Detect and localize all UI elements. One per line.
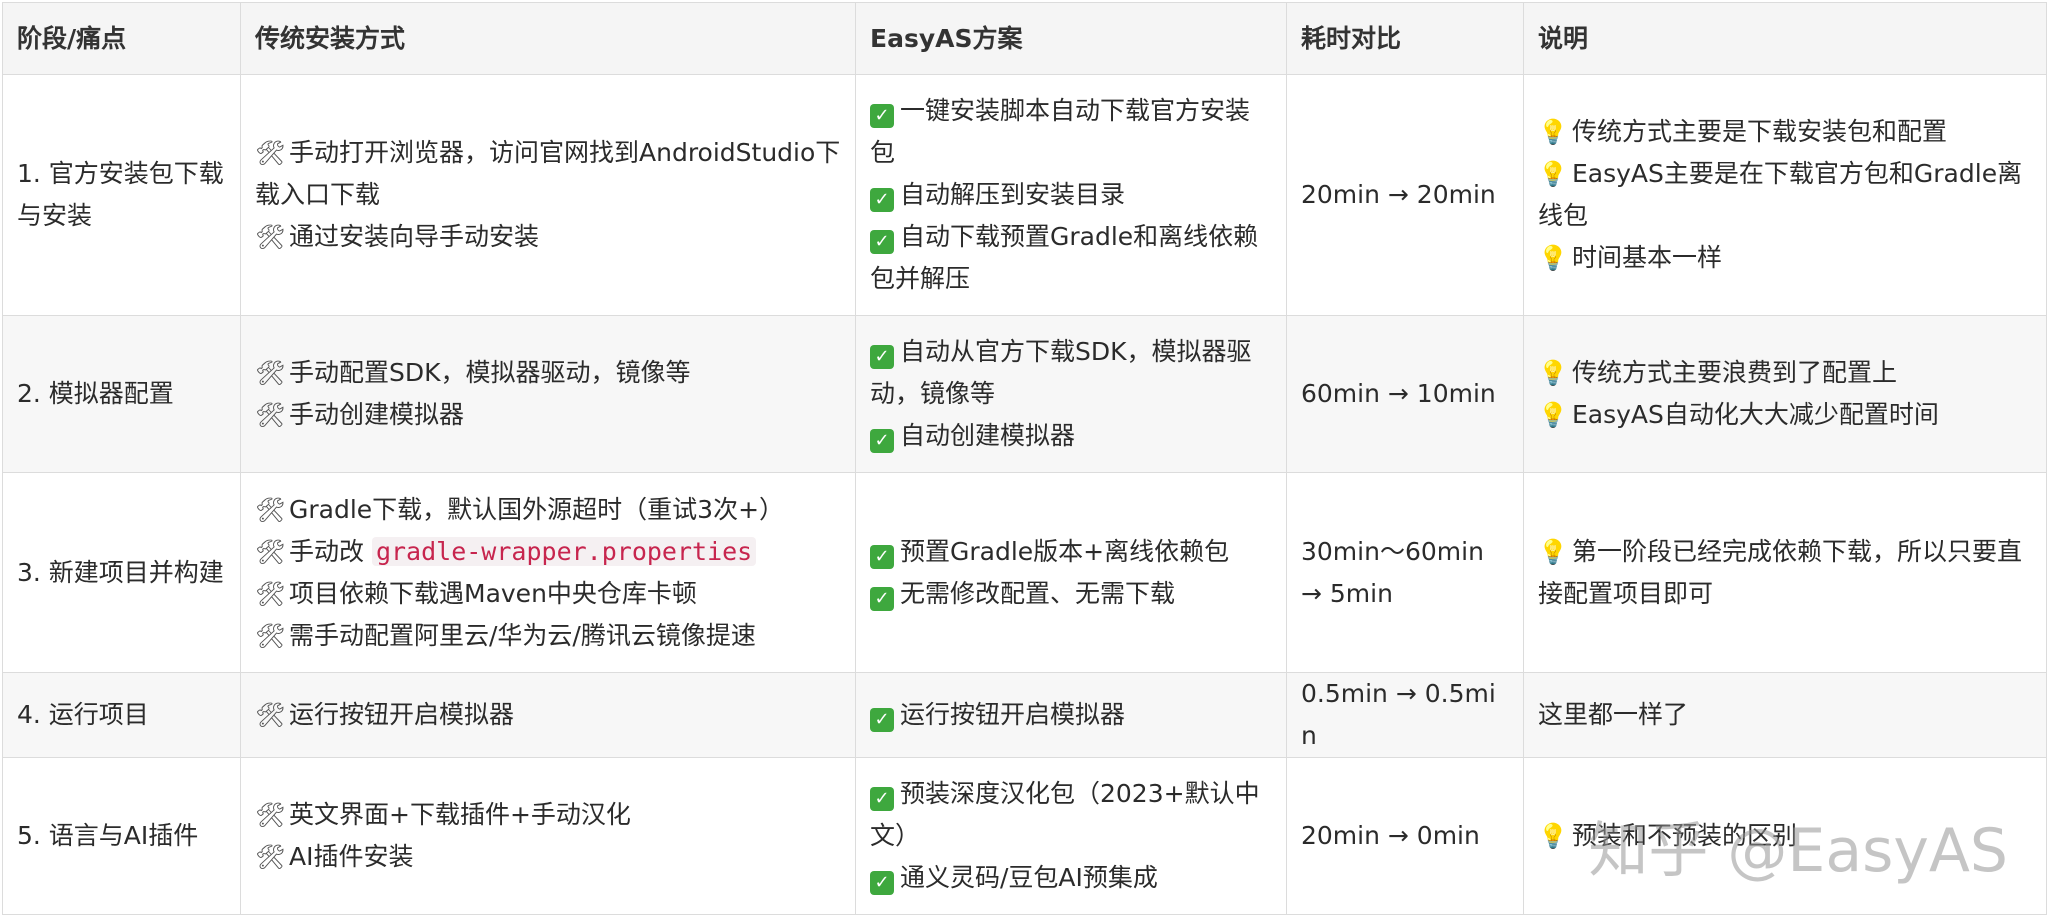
list-item: 💡 时间基本一样: [1538, 237, 2032, 279]
light-bulb-icon: 💡: [1538, 822, 1568, 850]
hammer-wrench-icon: 🛠: [255, 537, 286, 566]
header-traditional: 传统安装方式: [240, 2, 856, 75]
list-item: ✓ 自动下载预置Gradle和离线依赖包并解压: [870, 222, 1259, 293]
list-item: ✓ 自动解压到安装目录: [870, 174, 1272, 216]
stage-cell: 3. 新建项目并构建: [2, 472, 241, 673]
hammer-wrench-icon: 🛠: [255, 843, 286, 871]
traditional-cell: 🛠 手动打开浏览器，访问官网找到AndroidStudio下载入口下载 🛠 通过安装…: [240, 74, 856, 316]
list-item: ✓ 运行按钮开启模拟器: [870, 694, 1272, 736]
light-bulb-icon: 💡: [1538, 118, 1568, 146]
list-item: 🛠 手动改 gradle-wrapper.properties: [255, 531, 841, 573]
list-item: 🛠 手动创建模拟器: [255, 394, 841, 436]
check-box-icon: ✓: [870, 429, 894, 453]
time-cell: 20min → 20min: [1286, 74, 1524, 316]
list-item: 🛠 Gradle下载，默认国外源超时（重试3次+）: [255, 489, 841, 531]
list-item: ✓ 预装深度汉化包（2023+默认中文）: [870, 779, 1260, 850]
list-item: 🛠 英文界面+下载插件+手动汉化: [255, 794, 841, 836]
list-item: 🛠 运行按钮开启模拟器: [255, 694, 841, 736]
easyas-cell: ✓ 预装深度汉化包（2023+默认中文） ✓ 通义灵码/豆包AI预集成: [855, 757, 1287, 915]
table-row: 1. 官方安装包下载与安装 🛠 手动打开浏览器，访问官网找到AndroidStud…: [2, 74, 2047, 316]
table-row: 5. 语言与AI插件 🛠 英文界面+下载插件+手动汉化 🛠 AI插件安装 ✓ 预装深度…: [2, 757, 2047, 915]
list-item: 🛠 项目依赖下载遇Maven中央仓库卡顿: [255, 573, 841, 615]
hammer-wrench-icon: 🛠: [255, 495, 286, 524]
time-cell: 20min → 0min: [1286, 757, 1524, 915]
list-item: 🛠 通过安装向导手动安装: [255, 216, 841, 258]
list-item: ✓ 预置Gradle版本+离线依赖包: [870, 531, 1272, 573]
list-item: 💡 EasyAS主要是在下载官方包和Gradle离线包: [1538, 153, 2032, 237]
time-cell: 60min → 10min: [1286, 315, 1524, 473]
light-bulb-icon: 💡: [1538, 160, 1568, 188]
easyas-cell: ✓ 预置Gradle版本+离线依赖包 ✓ 无需修改配置、无需下载: [855, 472, 1287, 673]
page: 阶段/痛点 传统安装方式 EasyAS方案 耗时对比 说明 1. 官方安装包下载…: [0, 0, 2048, 915]
time-cell: 0.5min → 0.5min: [1286, 672, 1524, 758]
check-box-icon: ✓: [870, 345, 894, 369]
hammer-wrench-icon: 🛠: [255, 801, 286, 829]
list-item: ✓ 无需修改配置、无需下载: [870, 573, 1272, 615]
traditional-cell: 🛠 英文界面+下载插件+手动汉化 🛠 AI插件安装: [240, 757, 856, 915]
check-box-icon: ✓: [870, 544, 894, 569]
header-notes: 说明: [1523, 2, 2047, 75]
list-item: ✓ 一键安装脚本自动下载官方安装包: [870, 96, 1251, 167]
list-item: ✓ 自动创建模拟器: [870, 415, 1272, 457]
notes-cell: 💡 传统方式主要浪费到了配置上 💡 EasyAS自动化大大减少配置时间: [1523, 315, 2047, 473]
light-bulb-icon: 💡: [1538, 401, 1568, 429]
stage-cell: 2. 模拟器配置: [2, 315, 241, 473]
hammer-wrench-icon: 🛠: [255, 701, 286, 729]
inline-code: gradle-wrapper.properties: [371, 536, 757, 566]
table-row: 2. 模拟器配置 🛠 手动配置SDK，模拟器驱动，镜像等 🛠 手动创建模拟器 ✓ 自动…: [2, 315, 2047, 473]
hammer-wrench-icon: 🛠: [255, 139, 286, 167]
easyas-cell: ✓ 自动从官方下载SDK，模拟器驱动，镜像等 ✓ 自动创建模拟器: [855, 315, 1287, 473]
stage-cell: 5. 语言与AI插件: [2, 757, 241, 915]
check-box-icon: ✓: [870, 871, 894, 895]
traditional-cell: 🛠 Gradle下载，默认国外源超时（重试3次+） 🛠 手动改 gradle-wra…: [240, 472, 856, 673]
stage-cell: 1. 官方安装包下载与安装: [2, 74, 241, 316]
list-item: 💡 传统方式主要是下载安装包和配置: [1538, 111, 2032, 153]
check-box-icon: ✓: [870, 708, 894, 732]
traditional-cell: 🛠 手动配置SDK，模拟器驱动，镜像等 🛠 手动创建模拟器: [240, 315, 856, 473]
notes-cell: 这里都一样了: [1523, 672, 2047, 758]
list-item: 🛠 手动打开浏览器，访问官网找到AndroidStudio下载入口下载: [255, 132, 841, 216]
header-time: 耗时对比: [1286, 2, 1524, 75]
light-bulb-icon: 💡: [1538, 244, 1568, 272]
light-bulb-icon: 💡: [1538, 537, 1568, 566]
list-item: 💡 传统方式主要浪费到了配置上: [1538, 352, 2032, 394]
list-item: ✓ 通义灵码/豆包AI预集成: [870, 857, 1272, 899]
notes-cell: 💡 第一阶段已经完成依赖下载，所以只要直接配置项目即可: [1523, 472, 2047, 673]
list-item: 🛠 需手动配置阿里云/华为云/腾讯云镜像提速: [255, 615, 841, 657]
list-item: 💡 EasyAS自动化大大减少配置时间: [1538, 394, 2032, 436]
easyas-cell: ✓ 运行按钮开启模拟器: [855, 672, 1287, 758]
hammer-wrench-icon: 🛠: [255, 401, 286, 429]
header-row: 阶段/痛点 传统安装方式 EasyAS方案 耗时对比 说明: [2, 2, 2047, 75]
list-item: 🛠 手动配置SDK，模拟器驱动，镜像等: [255, 352, 841, 394]
header-stage: 阶段/痛点: [2, 2, 241, 75]
table-row: 4. 运行项目 🛠 运行按钮开启模拟器 ✓ 运行按钮开启模拟器 0.5min → 0…: [2, 672, 2047, 758]
notes-cell: 💡 传统方式主要是下载安装包和配置 💡 EasyAS主要是在下载官方包和Gradle…: [1523, 74, 2047, 316]
hammer-wrench-icon: 🛠: [255, 359, 286, 387]
notes-cell: 💡 预装和不预装的区别: [1523, 757, 2047, 915]
comparison-table: 阶段/痛点 传统安装方式 EasyAS方案 耗时对比 说明 1. 官方安装包下载…: [2, 2, 2047, 915]
light-bulb-icon: 💡: [1538, 359, 1568, 387]
easyas-cell: ✓ 一键安装脚本自动下载官方安装包 ✓ 自动解压到安装目录 ✓ 自动下载预置Gradl…: [855, 74, 1287, 316]
time-cell: 30min～60min → 5min: [1286, 472, 1524, 673]
check-box-icon: ✓: [870, 230, 894, 254]
check-box-icon: ✓: [870, 104, 894, 128]
list-item: 💡 预装和不预装的区别: [1538, 815, 2032, 857]
table-row: 3. 新建项目并构建 🛠 Gradle下载，默认国外源超时（重试3次+） 🛠 手动改…: [2, 472, 2047, 673]
header-easyas: EasyAS方案: [855, 2, 1287, 75]
hammer-wrench-icon: 🛠: [255, 579, 286, 608]
stage-cell: 4. 运行项目: [2, 672, 241, 758]
list-item: 🛠 AI插件安装: [255, 836, 841, 878]
list-item: ✓ 自动从官方下载SDK，模拟器驱动，镜像等: [870, 337, 1252, 408]
hammer-wrench-icon: 🛠: [255, 223, 286, 251]
traditional-cell: 🛠 运行按钮开启模拟器: [240, 672, 856, 758]
check-box-icon: ✓: [870, 586, 894, 611]
check-box-icon: ✓: [870, 787, 894, 811]
check-box-icon: ✓: [870, 188, 894, 212]
hammer-wrench-icon: 🛠: [255, 621, 286, 650]
list-item: 💡 第一阶段已经完成依赖下载，所以只要直接配置项目即可: [1538, 531, 2032, 615]
